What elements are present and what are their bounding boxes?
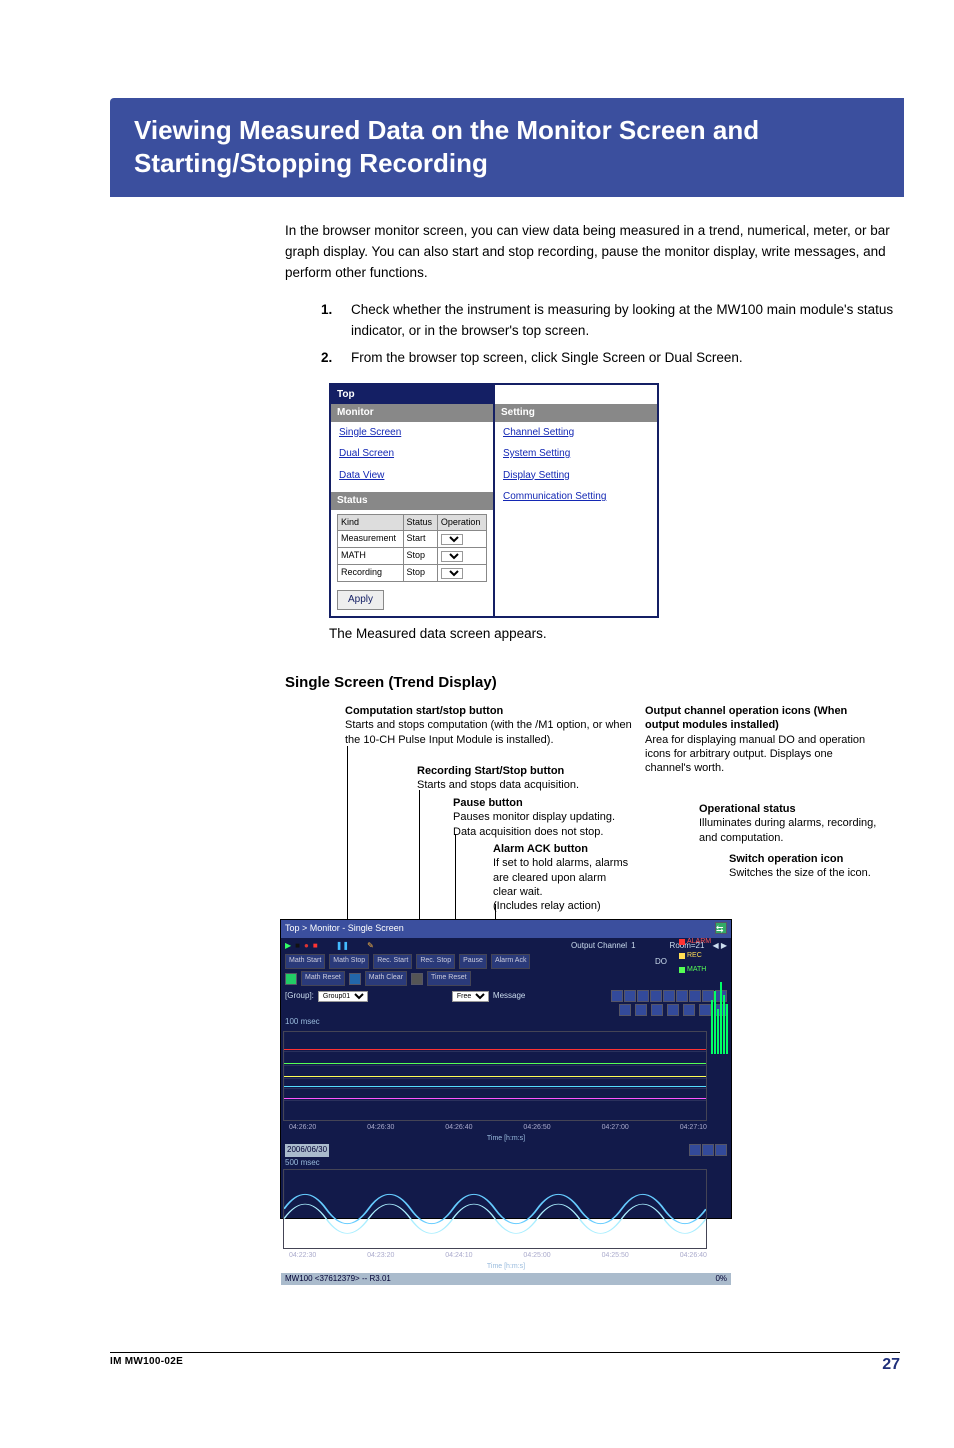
cell-select[interactable]	[437, 565, 486, 582]
link-communication-setting[interactable]: Communication Setting	[495, 486, 657, 508]
page-number: 27	[882, 1356, 900, 1374]
cell-select[interactable]	[437, 531, 486, 548]
trend-figure: Computation start/stop button Starts and…	[285, 704, 935, 1309]
callout-switch-icon: Switch operation icon Switches the size …	[729, 852, 889, 881]
time-reset-button[interactable]: Time Reset	[427, 971, 471, 986]
date-upper: 2006/06/30	[285, 1144, 329, 1156]
xlabel-upper: Time [h:m:s]	[281, 1134, 731, 1145]
nav-icon[interactable]	[689, 1144, 701, 1156]
rec-stop-button[interactable]: Rec. Stop	[416, 954, 455, 969]
page-footer: IM MW100-02E 27	[110, 1352, 900, 1374]
nav-icon[interactable]	[651, 1004, 663, 1016]
pause-button[interactable]: Pause	[459, 954, 487, 969]
link-dual-screen[interactable]: Dual Screen	[331, 443, 493, 465]
link-system-setting[interactable]: System Setting	[495, 443, 657, 465]
toolbar-icon[interactable]	[611, 990, 623, 1002]
cell: Measurement	[338, 531, 404, 548]
trend-graph-lower[interactable]	[283, 1169, 707, 1249]
time-reset-icon[interactable]	[411, 973, 423, 985]
rec-start-button[interactable]: Rec. Start	[373, 954, 412, 969]
trend-screenshot: Top > Monitor - Single Screen ⇆ ALARM RE…	[280, 919, 732, 1219]
math-clear-button[interactable]: Math Clear	[365, 971, 407, 986]
step-text: Check whether the instrument is measurin…	[351, 300, 894, 342]
switch-size-icon[interactable]: ⇆	[715, 922, 727, 934]
graph2-period: 500 msec	[281, 1157, 731, 1169]
callout-recording: Recording Start/Stop button Starts and s…	[417, 764, 657, 793]
math-reset-icon[interactable]	[285, 973, 297, 985]
nav-icon[interactable]	[683, 1004, 695, 1016]
cell: MATH	[338, 548, 404, 565]
math-reset-button[interactable]: Math Reset	[301, 971, 345, 986]
msg-mode-select[interactable]: Free	[452, 991, 489, 1002]
monitor-header: Monitor	[331, 404, 493, 422]
nav-icon[interactable]	[699, 1004, 711, 1016]
nav-icon[interactable]	[667, 1004, 679, 1016]
graph1-period: 100 msec	[281, 1016, 731, 1028]
math-start-button[interactable]: Math Start	[285, 954, 325, 969]
zoom-icon[interactable]	[635, 1004, 647, 1016]
step-num: 1.	[321, 300, 341, 342]
col-kind: Kind	[338, 514, 404, 531]
section-subtitle: Single Screen (Trend Display)	[285, 671, 894, 694]
group-select[interactable]: Group01	[318, 991, 368, 1002]
footer-left: MW100 <37612379> -- R3.01	[285, 1273, 391, 1285]
step-2: 2. From the browser top screen, click Si…	[321, 348, 894, 369]
status-header: Status	[331, 492, 493, 510]
toolbar-icon[interactable]	[676, 990, 688, 1002]
col-operation: Operation	[437, 514, 486, 531]
step-1: 1. Check whether the instrument is measu…	[321, 300, 894, 342]
apply-button[interactable]: Apply	[337, 590, 384, 610]
cell-select[interactable]	[437, 548, 486, 565]
link-single-screen[interactable]: Single Screen	[331, 422, 493, 444]
alarm-ack-button[interactable]: Alarm Ack	[491, 954, 531, 969]
callout-operational-status: Operational status Illuminates during al…	[699, 802, 879, 845]
doc-id: IM MW100-02E	[110, 1356, 183, 1374]
math-stop-button[interactable]: Math Stop	[329, 954, 369, 969]
callout-pause: Pause button Pauses monitor display upda…	[453, 796, 673, 839]
cell: Stop	[403, 548, 437, 565]
group-label: [Group]:	[285, 990, 314, 1002]
cell: Stop	[403, 565, 437, 582]
link-data-view[interactable]: Data View	[331, 465, 493, 487]
link-channel-setting[interactable]: Channel Setting	[495, 422, 657, 444]
status-table: Kind Status Operation Measurement Start …	[337, 514, 487, 583]
nav-icon[interactable]	[715, 1144, 727, 1156]
appears-note: The Measured data screen appears.	[329, 624, 894, 645]
zoom-icon[interactable]	[619, 1004, 631, 1016]
col-status: Status	[403, 514, 437, 531]
setting-header: Setting	[495, 404, 657, 422]
do-label: DO	[655, 956, 667, 968]
math-clear-icon[interactable]	[349, 973, 361, 985]
cell: Start	[403, 531, 437, 548]
trend-graph-upper[interactable]	[283, 1031, 707, 1121]
callout-alarm-ack: Alarm ACK button If set to hold alarms, …	[493, 842, 693, 913]
cell: Recording	[338, 565, 404, 582]
link-display-setting[interactable]: Display Setting	[495, 465, 657, 487]
step-text: From the browser top screen, click Singl…	[351, 348, 743, 369]
callout-computation: Computation start/stop button Starts and…	[345, 704, 645, 747]
step-num: 2.	[321, 348, 341, 369]
nav-icon[interactable]	[702, 1144, 714, 1156]
output-channel-val: 1	[631, 940, 635, 952]
toolbar-icon[interactable]	[663, 990, 675, 1002]
page-title: Viewing Measured Data on the Monitor Scr…	[110, 98, 904, 197]
intro-paragraph: In the browser monitor screen, you can v…	[285, 221, 894, 284]
toolbar-icon[interactable]	[624, 990, 636, 1002]
footer-right: 0%	[715, 1273, 727, 1285]
top-screen-figure: Top Monitor Single Screen Dual Screen Da…	[329, 383, 659, 618]
callout-output-channel: Output channel operation icons (When out…	[645, 704, 870, 775]
top-label: Top	[331, 385, 493, 405]
toolbar-icon[interactable]	[650, 990, 662, 1002]
toolbar-icon[interactable]	[637, 990, 649, 1002]
breadcrumb[interactable]: Top > Monitor - Single Screen	[285, 922, 404, 936]
message-label: Message	[493, 990, 525, 1002]
output-channel-label: Output Channel	[571, 940, 627, 952]
toolbar-icon[interactable]	[689, 990, 701, 1002]
xlabel-lower: Time [h:m:s]	[281, 1262, 731, 1273]
bar-gauge	[711, 964, 729, 1054]
